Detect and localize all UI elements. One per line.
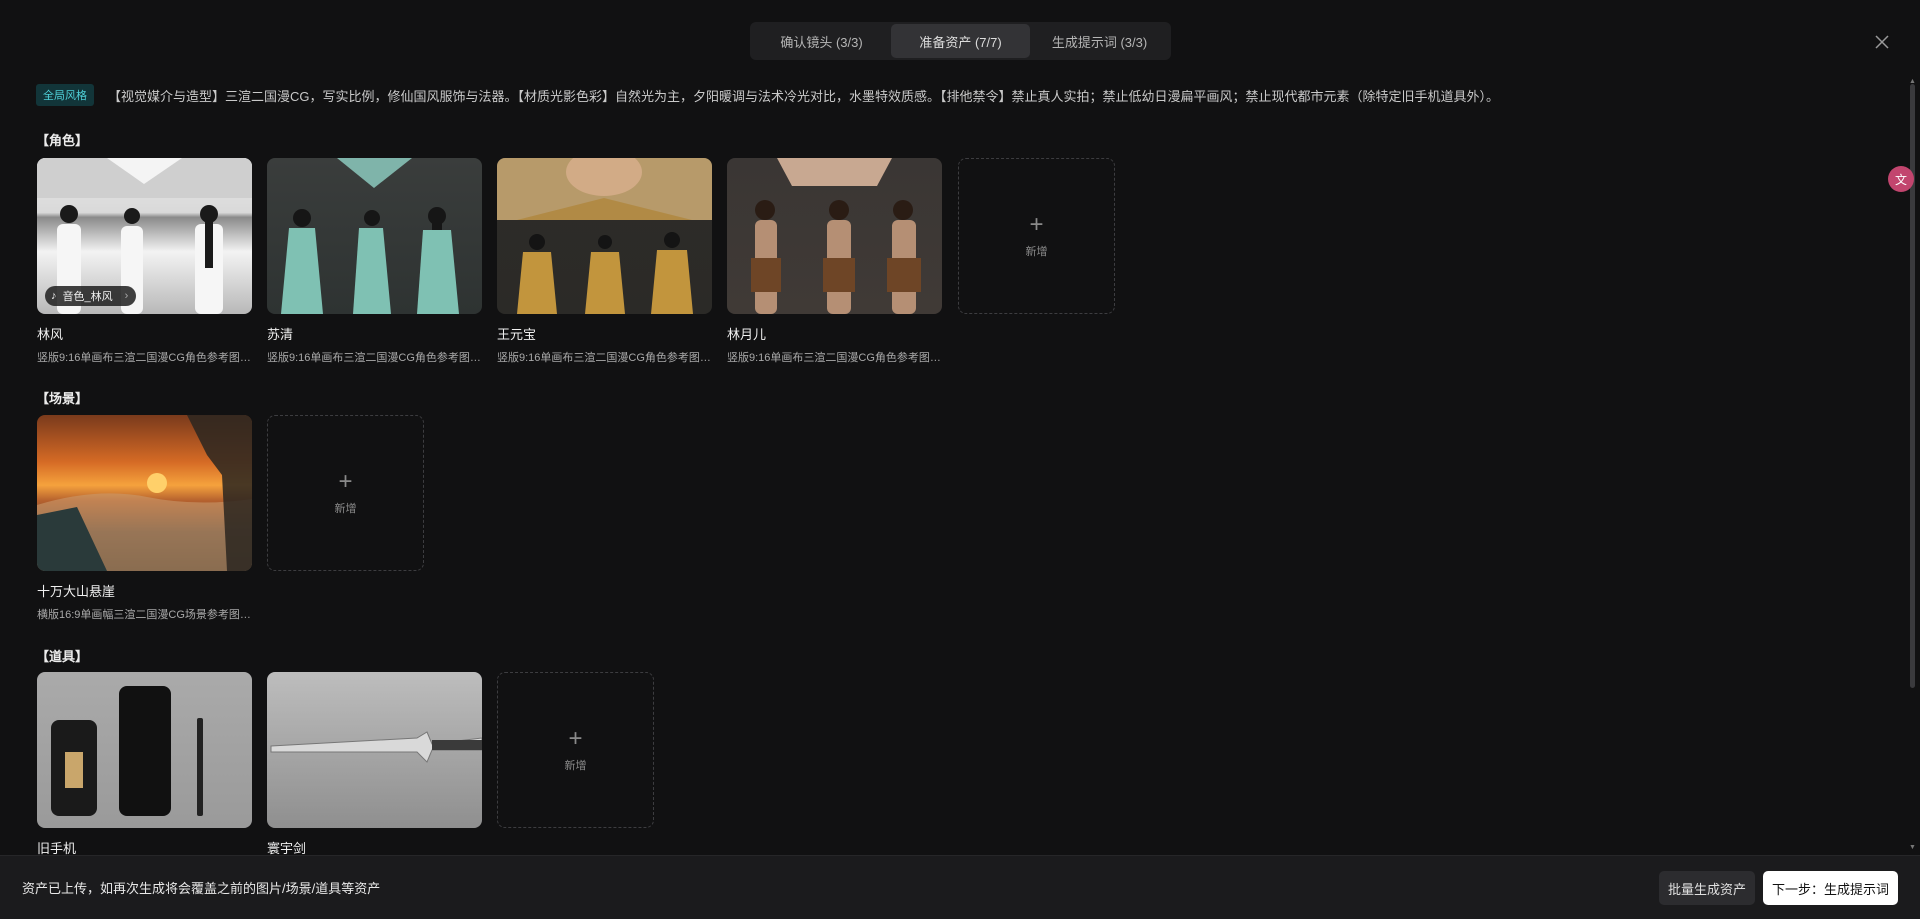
plus-icon: + xyxy=(1029,211,1044,238)
prop-card[interactable]: 寰宇剑 xyxy=(267,672,482,857)
character-thumbnail[interactable] xyxy=(497,158,712,314)
status-message: 资产已上传，如再次生成将会覆盖之前的图片/场景/道具等资产 xyxy=(22,881,381,896)
batch-generate-button[interactable]: 批量生成资产 xyxy=(1659,871,1755,905)
character-thumbnail[interactable] xyxy=(727,158,942,314)
global-style-text: 【视觉媒介与造型】三渲二国漫CG，写实比例，修仙国风服饰与法器。【材质光影色彩】… xyxy=(108,88,1500,104)
bottom-bar: 资产已上传，如再次生成将会覆盖之前的图片/场景/道具等资产 批量生成资产 下一步… xyxy=(0,855,1920,919)
close-icon[interactable] xyxy=(1872,32,1892,52)
scene-name: 十万大山悬崖 xyxy=(37,584,116,599)
character-name: 苏清 xyxy=(267,327,294,342)
global-style-badge: 全局风格 xyxy=(36,84,94,106)
character-name: 林风 xyxy=(37,327,64,342)
prop-thumbnail[interactable] xyxy=(37,672,252,828)
character-thumbnail[interactable]: ♪ 音色_林风 › xyxy=(37,158,252,314)
section-title-scenes: 【场景】 xyxy=(36,391,89,406)
voice-icon: ♪ xyxy=(51,290,57,302)
chevron-right-icon: › xyxy=(124,290,129,302)
tab-prepare-assets[interactable]: 准备资产 (7/7) xyxy=(891,24,1030,58)
voice-chip[interactable]: ♪ 音色_林风 › xyxy=(45,286,137,306)
scene-desc: 横版16:9单画幅三渲二国漫CG场景参考图，... xyxy=(37,609,252,621)
scene-thumbnail[interactable] xyxy=(37,415,252,571)
global-style-row: 全局风格 【视觉媒介与造型】三渲二国漫CG，写实比例，修仙国风服饰与法器。【材质… xyxy=(36,84,1880,106)
character-card[interactable]: 林月儿 竖版9:16单画布三渲二国漫CG角色参考图，... xyxy=(727,158,942,365)
character-desc: 竖版9:16单画布三渲二国漫CG角色参考图，... xyxy=(727,352,942,364)
section-title-characters: 【角色】 xyxy=(36,133,89,148)
plus-icon: + xyxy=(338,468,353,495)
add-prop-button[interactable]: + 新增 xyxy=(497,672,654,828)
plus-icon: + xyxy=(568,725,583,752)
character-desc: 竖版9:16单画布三渲二国漫CG角色参考图，... xyxy=(497,352,712,364)
next-step-button[interactable]: 下一步：生成提示词 xyxy=(1763,871,1898,905)
add-scene-button[interactable]: + 新增 xyxy=(267,415,424,571)
add-label: 新增 xyxy=(334,503,357,515)
section-title-props: 【道具】 xyxy=(36,649,89,664)
character-desc: 竖版9:16单画布三渲二国漫CG角色参考图，... xyxy=(37,352,252,364)
tab-confirm-shots[interactable]: 确认镜头 (3/3) xyxy=(752,24,891,58)
prop-card[interactable]: 旧手机 xyxy=(37,672,252,857)
add-label: 新增 xyxy=(1025,246,1048,258)
step-tabs: 确认镜头 (3/3) 准备资产 (7/7) 生成提示词 (3/3) xyxy=(750,22,1171,60)
character-desc: 竖版9:16单画布三渲二国漫CG角色参考图，... xyxy=(267,352,482,364)
translate-icon[interactable]: 文 xyxy=(1888,166,1914,192)
character-card[interactable]: 苏清 竖版9:16单画布三渲二国漫CG角色参考图，... xyxy=(267,158,482,365)
character-card[interactable]: ♪ 音色_林风 › 林风 竖版9:16单画布三渲二国漫CG角色参考图，... xyxy=(37,158,252,365)
character-name: 王元宝 xyxy=(497,327,537,342)
character-name: 林月儿 xyxy=(727,327,767,342)
add-label: 新增 xyxy=(564,760,587,772)
character-card[interactable]: 王元宝 竖版9:16单画布三渲二国漫CG角色参考图，... xyxy=(497,158,712,365)
scene-card[interactable]: 十万大山悬崖 横版16:9单画幅三渲二国漫CG场景参考图，... xyxy=(37,415,252,622)
character-thumbnail[interactable] xyxy=(267,158,482,314)
scroll-down-arrow[interactable]: ▼ xyxy=(1909,844,1916,851)
tab-generate-prompts[interactable]: 生成提示词 (3/3) xyxy=(1030,24,1169,58)
add-character-button[interactable]: + 新增 xyxy=(958,158,1115,314)
prop-thumbnail[interactable] xyxy=(267,672,482,828)
voice-label: 音色_林风 xyxy=(62,291,113,303)
